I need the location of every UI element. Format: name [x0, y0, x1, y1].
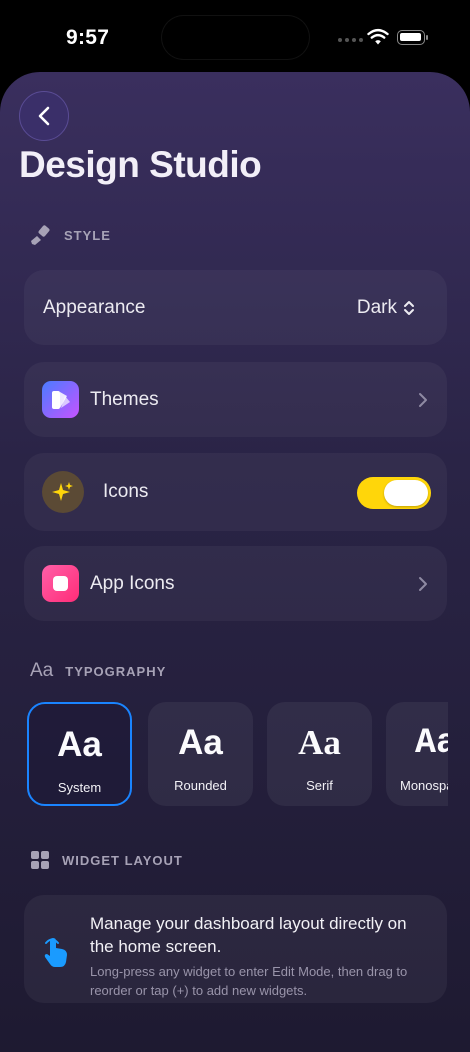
- status-bar: 9:57: [0, 0, 470, 72]
- section-header-widget-layout: WIDGET LAYOUT: [30, 850, 183, 870]
- section-title: TYPOGRAPHY: [65, 663, 167, 679]
- cellular-signal-icon: [338, 38, 363, 42]
- icons-row: Icons: [24, 453, 447, 531]
- row-label: Appearance: [43, 296, 146, 318]
- battery-icon: [397, 30, 428, 45]
- back-button[interactable]: [19, 91, 69, 141]
- icons-toggle[interactable]: [357, 477, 431, 509]
- font-option-monospaced[interactable]: Aa Monospaced: [386, 702, 448, 806]
- font-option-serif[interactable]: Aa Serif: [267, 702, 372, 806]
- font-name: Rounded: [174, 778, 227, 793]
- widget-layout-info-card: Manage your dashboard layout directly on…: [24, 895, 447, 1003]
- dynamic-island: [162, 16, 309, 59]
- font-sample: Aa: [57, 725, 102, 764]
- paintbrush-icon: [31, 225, 50, 245]
- font-sample: Aa: [415, 723, 448, 763]
- themes-row[interactable]: Themes: [24, 362, 447, 437]
- font-sample: Aa: [298, 723, 341, 762]
- font-option-rounded[interactable]: Aa Rounded: [148, 702, 253, 806]
- font-picker: Aa System Aa Rounded Aa Serif Aa Monospa…: [0, 702, 470, 808]
- font-sample: Aa: [178, 723, 223, 762]
- section-title: STYLE: [64, 227, 111, 243]
- appearance-row[interactable]: Appearance Dark: [24, 270, 447, 345]
- settings-sheet: Design Studio STYLE Appearance Dark Them…: [0, 72, 470, 1052]
- grid-icon: [31, 851, 49, 869]
- section-title: WIDGET LAYOUT: [62, 852, 183, 868]
- row-label: App Icons: [90, 572, 175, 594]
- text-format-icon: Aa: [30, 660, 54, 681]
- row-label: Themes: [90, 388, 159, 410]
- appearance-value: Dark: [356, 296, 397, 318]
- tap-hand-icon: [44, 938, 67, 967]
- chevron-right-icon: [419, 392, 427, 407]
- toggle-knob: [384, 480, 428, 506]
- appearance-picker[interactable]: Dark: [357, 297, 415, 319]
- theme-palette-icon: [42, 381, 79, 418]
- font-name: System: [57, 780, 102, 795]
- chevron-up-down-icon: [404, 300, 414, 315]
- font-name: Monospaced: [400, 778, 448, 793]
- font-option-system[interactable]: Aa System: [27, 702, 132, 806]
- chevron-right-icon: [419, 576, 427, 591]
- row-label: Icons: [103, 481, 149, 502]
- font-name: Serif: [306, 778, 333, 793]
- wifi-icon: [367, 28, 389, 45]
- section-header-typography: Aa TYPOGRAPHY: [30, 660, 166, 682]
- chevron-left-icon: [38, 106, 50, 126]
- app-icons-row[interactable]: App Icons: [24, 546, 447, 621]
- status-time: 9:57: [66, 26, 110, 49]
- info-body: Long-press any widget to enter Edit Mode…: [90, 964, 408, 998]
- section-header-style: STYLE: [30, 224, 111, 246]
- info-title: Manage your dashboard layout directly on…: [90, 914, 407, 956]
- app-square-icon: [42, 565, 79, 602]
- sparkles-icon: [42, 471, 84, 513]
- page-title: Design Studio: [19, 144, 262, 185]
